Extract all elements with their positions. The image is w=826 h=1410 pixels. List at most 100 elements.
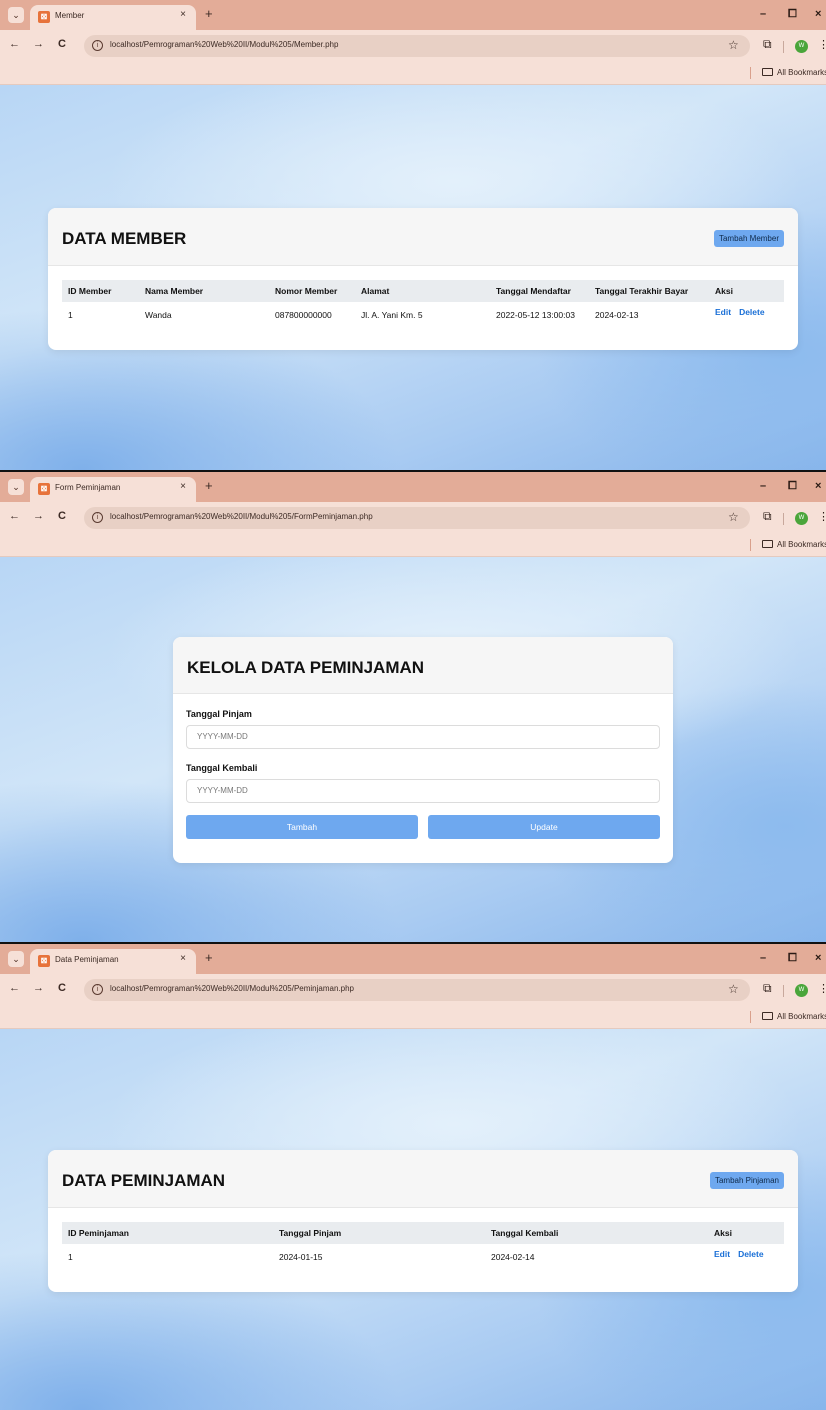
table-header-row: ID Member Nama Member Nomor Member Alama… — [62, 280, 784, 302]
tab-search-icon[interactable]: ⌄ — [8, 7, 24, 23]
tab-data-peminjaman[interactable]: ⊠ Data Peminjaman × — [30, 949, 196, 974]
new-tab-button[interactable]: + — [205, 478, 213, 494]
site-info-icon[interactable]: i — [92, 984, 103, 995]
browser-menu-icon[interactable]: ⋮ — [818, 510, 826, 523]
close-window-button[interactable]: × — [815, 480, 821, 492]
bookmark-star-icon[interactable]: ☆ — [728, 38, 739, 52]
update-button[interactable]: Update — [428, 815, 660, 839]
tab-form-peminjaman[interactable]: ⊠ Form Peminjaman × — [30, 477, 196, 502]
bookmarks-divider — [750, 1011, 751, 1023]
tab-close-icon[interactable]: × — [180, 9, 186, 20]
bookmark-star-icon[interactable]: ☆ — [728, 510, 739, 524]
all-bookmarks-button[interactable]: All Bookmarks — [762, 68, 826, 77]
forward-button[interactable]: → — [33, 982, 44, 994]
toolbar-divider — [783, 41, 784, 53]
url-text[interactable]: localhost/Pemrograman%20Web%20II/Modul%2… — [110, 40, 338, 49]
tanggal-kembali-label: Tanggal Kembali — [186, 763, 258, 773]
forward-button[interactable]: → — [33, 510, 44, 522]
profile-avatar[interactable]: W — [795, 512, 808, 525]
tab-close-icon[interactable]: × — [180, 953, 186, 964]
cell-mendaftar: 2022-05-12 13:00:03 — [496, 310, 575, 320]
extensions-icon[interactable]: ⧉ — [763, 981, 772, 996]
tab-search-icon[interactable]: ⌄ — [8, 479, 24, 495]
edit-link[interactable]: Edit — [714, 1249, 730, 1259]
cell-nama: Wanda — [145, 310, 172, 320]
restore-button[interactable]: ⧠ — [788, 952, 797, 965]
card-header: DATA MEMBER Tambah Member — [48, 208, 798, 266]
browser-toolbar: ← → C i localhost/Pemrograman%20Web%20II… — [0, 974, 826, 1029]
browser-menu-icon[interactable]: ⋮ — [818, 982, 826, 995]
tab-close-icon[interactable]: × — [180, 481, 186, 492]
new-tab-button[interactable]: + — [205, 950, 213, 966]
col-header: Tanggal Mendaftar — [490, 280, 589, 302]
cell-pinjam: 2024-01-15 — [279, 1252, 323, 1262]
browser-toolbar: ← → C i localhost/Pemrograman%20Web%20II… — [0, 502, 826, 557]
tambah-button[interactable]: Tambah — [186, 815, 418, 839]
col-header: Alamat — [355, 280, 490, 302]
tanggal-kembali-input[interactable]: YYYY-MM-DD — [186, 779, 660, 803]
bookmark-star-icon[interactable]: ☆ — [728, 982, 739, 996]
cell-nomor: 087800000000 — [275, 310, 332, 320]
cell-aksi: Edit Delete — [709, 302, 784, 328]
reload-button[interactable]: C — [58, 982, 66, 994]
tab-search-icon[interactable]: ⌄ — [8, 951, 24, 967]
cell-alamat: Jl. A. Yani Km. 5 — [361, 310, 423, 320]
tanggal-pinjam-input[interactable]: YYYY-MM-DD — [186, 725, 660, 749]
page-viewport: KELOLA DATA PEMINJAMAN Tanggal Pinjam YY… — [0, 557, 826, 942]
extensions-icon[interactable]: ⧉ — [763, 37, 772, 52]
address-bar[interactable]: i localhost/Pemrograman%20Web%20II/Modul… — [84, 979, 750, 1001]
card-header: KELOLA DATA PEMINJAMAN — [173, 637, 673, 694]
site-info-icon[interactable]: i — [92, 40, 103, 51]
table-row: 1 2024-01-15 2024-02-14 Edit Delete — [62, 1244, 784, 1270]
col-header: Tanggal Kembali — [485, 1222, 708, 1244]
xampp-favicon-icon: ⊠ — [38, 483, 50, 495]
delete-link[interactable]: Delete — [738, 1249, 764, 1259]
browser-menu-icon[interactable]: ⋮ — [818, 38, 826, 51]
page-viewport: DATA MEMBER Tambah Member ID Member Nama… — [0, 85, 826, 470]
address-bar[interactable]: i localhost/Pemrograman%20Web%20II/Modul… — [84, 507, 750, 529]
minimize-button[interactable]: – — [760, 952, 766, 964]
restore-button[interactable]: ⧠ — [788, 8, 797, 21]
new-tab-button[interactable]: + — [205, 6, 213, 22]
minimize-button[interactable]: – — [760, 480, 766, 492]
cell-aksi: Edit Delete — [708, 1244, 784, 1270]
tambah-member-button[interactable]: Tambah Member — [713, 230, 784, 247]
tab-strip: ⌄ ⊠ Member × + – ⧠ × — [0, 0, 826, 30]
tab-strip: ⌄ ⊠ Form Peminjaman × + – ⧠ × — [0, 472, 826, 502]
reload-button[interactable]: C — [58, 38, 66, 50]
folder-icon — [762, 540, 773, 548]
screenshot-form-peminjaman: ⌄ ⊠ Form Peminjaman × + – ⧠ × ← → C i lo… — [0, 472, 826, 942]
tambah-pinjaman-button[interactable]: Tambah Pinjaman — [709, 1172, 784, 1189]
col-header: Aksi — [709, 280, 784, 302]
page-viewport: DATA PEMINJAMAN Tambah Pinjaman ID Pemin… — [0, 1029, 826, 1410]
profile-avatar[interactable]: W — [795, 984, 808, 997]
tab-strip: ⌄ ⊠ Data Peminjaman × + – ⧠ × — [0, 944, 826, 974]
reload-button[interactable]: C — [58, 510, 66, 522]
site-info-icon[interactable]: i — [92, 512, 103, 523]
back-button[interactable]: ← — [9, 38, 20, 50]
all-bookmarks-button[interactable]: All Bookmarks — [762, 540, 826, 549]
back-button[interactable]: ← — [9, 982, 20, 994]
minimize-button[interactable]: – — [760, 8, 766, 20]
tab-title: Member — [55, 11, 85, 20]
bookmarks-divider — [750, 67, 751, 79]
toolbar-divider — [783, 513, 784, 525]
profile-avatar[interactable]: W — [795, 40, 808, 53]
back-button[interactable]: ← — [9, 510, 20, 522]
forward-button[interactable]: → — [33, 38, 44, 50]
extensions-icon[interactable]: ⧉ — [763, 509, 772, 524]
url-text[interactable]: localhost/Pemrograman%20Web%20II/Modul%2… — [110, 984, 354, 993]
page-title: DATA MEMBER — [62, 229, 187, 248]
col-header: Nomor Member — [269, 280, 355, 302]
address-bar[interactable]: i localhost/Pemrograman%20Web%20II/Modul… — [84, 35, 750, 57]
url-text[interactable]: localhost/Pemrograman%20Web%20II/Modul%2… — [110, 512, 373, 521]
close-window-button[interactable]: × — [815, 8, 821, 20]
delete-link[interactable]: Delete — [739, 307, 765, 317]
screenshot-data-peminjaman: ⌄ ⊠ Data Peminjaman × + – ⧠ × ← → C i lo… — [0, 944, 826, 1410]
close-window-button[interactable]: × — [815, 952, 821, 964]
tab-member[interactable]: ⊠ Member × — [30, 5, 196, 30]
tab-title: Data Peminjaman — [55, 955, 119, 964]
restore-button[interactable]: ⧠ — [788, 480, 797, 493]
edit-link[interactable]: Edit — [715, 307, 731, 317]
all-bookmarks-button[interactable]: All Bookmarks — [762, 1012, 826, 1021]
